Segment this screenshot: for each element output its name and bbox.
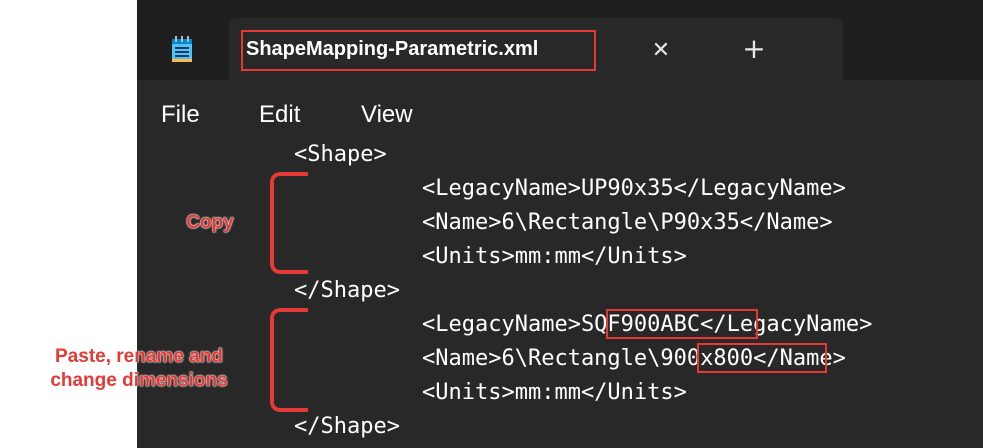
plus-icon[interactable]: +: [739, 34, 769, 64]
code-line: <Units>mm:mm</Units>: [422, 380, 687, 405]
paste-annotation-line1: Paste, rename and: [55, 346, 223, 367]
dimension-highlight: [697, 343, 827, 373]
code-line: <LegacyName>UP90x35</LegacyName>: [422, 176, 846, 201]
text-editor[interactable]: <Shape> <LegacyName>UP90x35</LegacyName>…: [137, 140, 983, 448]
code-line: <Shape>: [294, 142, 387, 167]
notepad-icon: [172, 36, 192, 62]
paste-bracket: [270, 308, 308, 412]
code-line: <Units>mm:mm</Units>: [422, 244, 687, 269]
copy-annotation: Copy: [186, 212, 234, 233]
tab-title: ShapeMapping-Parametric.xml: [246, 38, 539, 60]
close-icon[interactable]: ✕: [647, 36, 675, 64]
copy-bracket: [270, 172, 308, 274]
code-line: </Shape>: [294, 414, 400, 439]
menu-view[interactable]: View: [361, 100, 413, 130]
menu-edit[interactable]: Edit: [259, 100, 300, 130]
code-line: </Shape>: [294, 278, 400, 303]
menu-file[interactable]: File: [161, 100, 200, 130]
code-line: <Name>6\Rectangle\P90x35</Name>: [422, 210, 833, 235]
legacy-name-highlight: [606, 309, 758, 339]
paste-annotation-line2: change dimensions: [50, 370, 228, 391]
